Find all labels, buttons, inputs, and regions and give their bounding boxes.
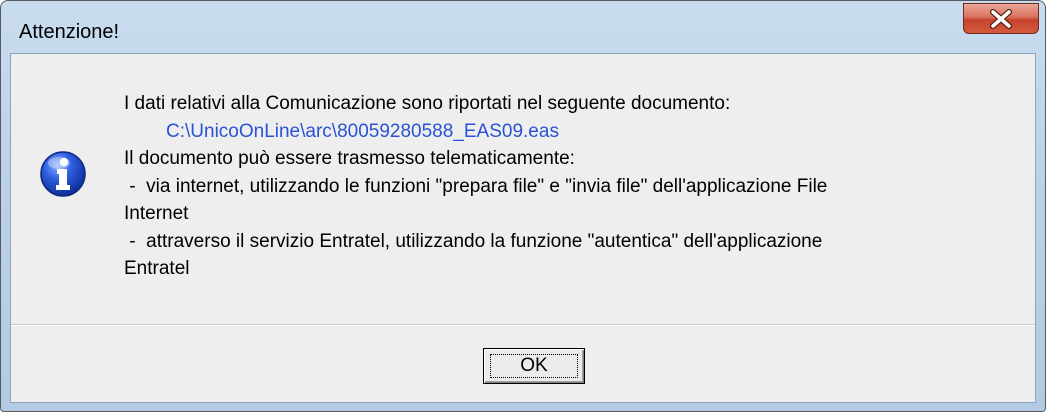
ok-button-label: OK <box>520 355 548 376</box>
message-line: - via internet, utilizzando le funzioni … <box>124 175 828 197</box>
ok-button[interactable]: OK <box>483 348 585 384</box>
message-text: I dati relativi alla Comunicazione sono … <box>124 90 1024 283</box>
message-line: Internet <box>124 203 189 224</box>
document-path: C:\UnicoOnLine\arc\80059280588_EAS09.eas <box>166 120 559 142</box>
close-x-icon <box>990 8 1012 29</box>
dialog-window: Attenzione! I dati relativi alla Comunic… <box>0 0 1046 412</box>
message-line: Entratel <box>124 258 190 279</box>
divider <box>11 324 1035 326</box>
message-line: - attraverso il servizio Entratel, utili… <box>124 230 823 252</box>
window-title: Attenzione! <box>19 21 120 43</box>
message-line: Il documento può essere trasmesso telema… <box>124 148 575 169</box>
close-button[interactable] <box>963 3 1039 34</box>
message-line: I dati relativi alla Comunicazione sono … <box>124 93 731 114</box>
title-bar[interactable]: Attenzione! <box>1 1 1045 53</box>
information-icon <box>40 151 86 197</box>
dialog-body: I dati relativi alla Comunicazione sono … <box>10 53 1036 403</box>
